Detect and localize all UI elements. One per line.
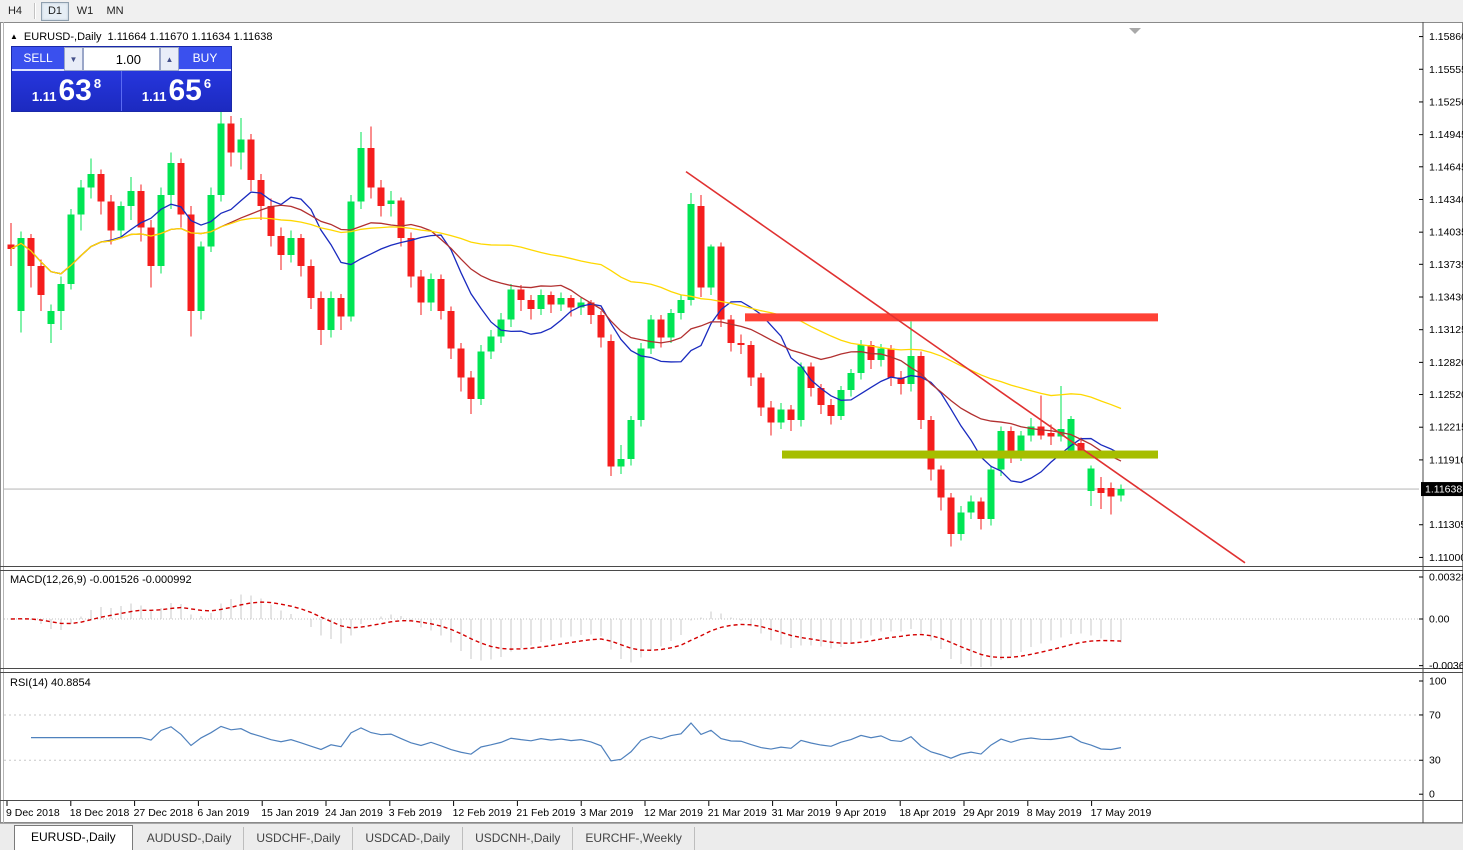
collapse-trade-panel-icon[interactable]: ▲ xyxy=(10,33,18,41)
svg-text:1.14340: 1.14340 xyxy=(1429,194,1463,206)
ask-price-small: 1.11 xyxy=(141,89,167,104)
current-price-tag-text: 1.11638 xyxy=(1425,484,1462,496)
chart-tab-usdchf-daily[interactable]: USDCHF-,Daily xyxy=(244,827,354,850)
bid-price[interactable]: 1.11 63 8 xyxy=(12,71,122,111)
svg-text:1.15555: 1.15555 xyxy=(1429,64,1463,76)
svg-text:1.14035: 1.14035 xyxy=(1429,227,1463,239)
ask-price[interactable]: 1.11 65 6 xyxy=(122,71,231,111)
svg-text:1.13430: 1.13430 xyxy=(1429,292,1463,304)
volume-increase-button[interactable]: ▲ xyxy=(160,47,179,71)
svg-text:0: 0 xyxy=(1429,789,1435,801)
timeframe-toolbar: H4 D1 W1 MN xyxy=(0,0,1463,23)
bid-price-small: 1.11 xyxy=(31,89,57,104)
svg-text:0.00: 0.00 xyxy=(1429,614,1450,626)
svg-text:1.13735: 1.13735 xyxy=(1429,259,1463,271)
chart-tab-eurchf-weekly[interactable]: EURCHF-,Weekly xyxy=(573,827,695,850)
svg-text:1.11305: 1.11305 xyxy=(1429,519,1463,531)
chart-header: ▲ EURUSD-,Daily 1.11664 1.11670 1.11634 … xyxy=(10,31,273,43)
support-line xyxy=(782,450,1158,459)
svg-text:1.14945: 1.14945 xyxy=(1429,129,1463,141)
ask-price-sup: 6 xyxy=(203,76,212,91)
svg-text:1.13125: 1.13125 xyxy=(1429,324,1463,336)
timeframe-button-h4[interactable]: H4 xyxy=(1,2,29,21)
svg-text:3 Mar 2019: 3 Mar 2019 xyxy=(580,807,633,819)
svg-text:27 Dec 2018: 27 Dec 2018 xyxy=(134,807,194,819)
svg-text:18 Dec 2018: 18 Dec 2018 xyxy=(70,807,130,819)
svg-text:100: 100 xyxy=(1429,676,1447,688)
svg-text:29 Apr 2019: 29 Apr 2019 xyxy=(963,807,1020,819)
svg-text:1.12820: 1.12820 xyxy=(1429,357,1463,369)
svg-text:1.14645: 1.14645 xyxy=(1429,161,1463,173)
chart-tab-eurusd-daily[interactable]: EURUSD-,Daily xyxy=(14,825,133,850)
svg-text:0.003287: 0.003287 xyxy=(1429,572,1463,584)
svg-text:21 Feb 2019: 21 Feb 2019 xyxy=(516,807,575,819)
chart-tab-usdcnh-daily[interactable]: USDCNH-,Daily xyxy=(463,827,574,850)
svg-text:-0.00365: -0.00365 xyxy=(1429,660,1463,672)
chart-tab-usdcad-daily[interactable]: USDCAD-,Daily xyxy=(353,827,464,850)
svg-text:12 Feb 2019: 12 Feb 2019 xyxy=(453,807,512,819)
svg-text:1.15860: 1.15860 xyxy=(1429,31,1463,43)
svg-text:24 Jan 2019: 24 Jan 2019 xyxy=(325,807,383,819)
svg-text:30: 30 xyxy=(1429,755,1441,767)
rsi-indicator-label: RSI(14) 40.8854 xyxy=(10,677,91,689)
chart-tab-audusd-daily[interactable]: AUDUSD-,Daily xyxy=(135,827,245,850)
ask-price-big: 65 xyxy=(168,74,202,107)
bid-price-sup: 8 xyxy=(93,76,102,91)
svg-text:31 Mar 2019: 31 Mar 2019 xyxy=(772,807,831,819)
sell-button[interactable]: SELL xyxy=(12,47,64,71)
buy-button[interactable]: BUY xyxy=(179,47,231,71)
chart-window: 1.15860 1.15555 1.15250 1.14945 1.14645 1.143… xyxy=(0,22,1463,823)
svg-text:1.12520: 1.12520 xyxy=(1429,389,1463,401)
svg-text:9 Dec 2018: 9 Dec 2018 xyxy=(6,807,60,819)
svg-text:8 May 2019: 8 May 2019 xyxy=(1027,807,1082,819)
svg-text:1.15250: 1.15250 xyxy=(1429,96,1463,108)
chart-tab-bar: EURUSD-,Daily AUDUSD-,Daily USDCHF-,Daily U… xyxy=(0,823,1463,850)
svg-text:18 Apr 2019: 18 Apr 2019 xyxy=(899,807,956,819)
resistance-line xyxy=(745,313,1158,322)
chart-ohlc-values: 1.11664 1.11670 1.11634 1.11638 xyxy=(107,31,273,43)
chart-symbol-label: EURUSD-,Daily xyxy=(23,31,102,43)
svg-text:3 Feb 2019: 3 Feb 2019 xyxy=(389,807,442,819)
price-chart-canvas[interactable]: 1.15860 1.15555 1.15250 1.14945 1.14645 1.143… xyxy=(0,22,1463,823)
timeframe-button-d1[interactable]: D1 xyxy=(41,1,69,21)
svg-text:12 Mar 2019: 12 Mar 2019 xyxy=(644,807,703,819)
mt4-window: H4D1W1MN 1.158601.155551.152501.149451.1… xyxy=(0,0,1463,850)
svg-text:6 Jan 2019: 6 Jan 2019 xyxy=(197,807,249,819)
macd-indicator-label: MACD(12,26,9) -0.001526 -0.000992 xyxy=(10,574,192,586)
one-click-trade-panel: SELL ▼ 1.00 ▲ BUY 1.11 63 8 1.11 65 6 xyxy=(11,46,232,112)
svg-text:15 Jan 2019: 15 Jan 2019 xyxy=(261,807,319,819)
timeframe-button-mn[interactable]: MN xyxy=(101,2,129,21)
svg-text:1.11000: 1.11000 xyxy=(1429,552,1463,564)
toolbar-separator xyxy=(34,3,36,19)
svg-text:21 Mar 2019: 21 Mar 2019 xyxy=(708,807,767,819)
svg-text:70: 70 xyxy=(1429,709,1441,721)
svg-text:1.11910: 1.11910 xyxy=(1429,454,1463,466)
svg-text:1.12215: 1.12215 xyxy=(1429,422,1463,434)
volume-input[interactable]: 1.00 xyxy=(83,47,160,71)
timeframe-button-w1[interactable]: W1 xyxy=(71,2,99,21)
bid-price-big: 63 xyxy=(58,74,92,107)
svg-text:17 May 2019: 17 May 2019 xyxy=(1091,807,1152,819)
svg-text:9 Apr 2019: 9 Apr 2019 xyxy=(835,807,886,819)
volume-decrease-button[interactable]: ▼ xyxy=(64,47,83,71)
